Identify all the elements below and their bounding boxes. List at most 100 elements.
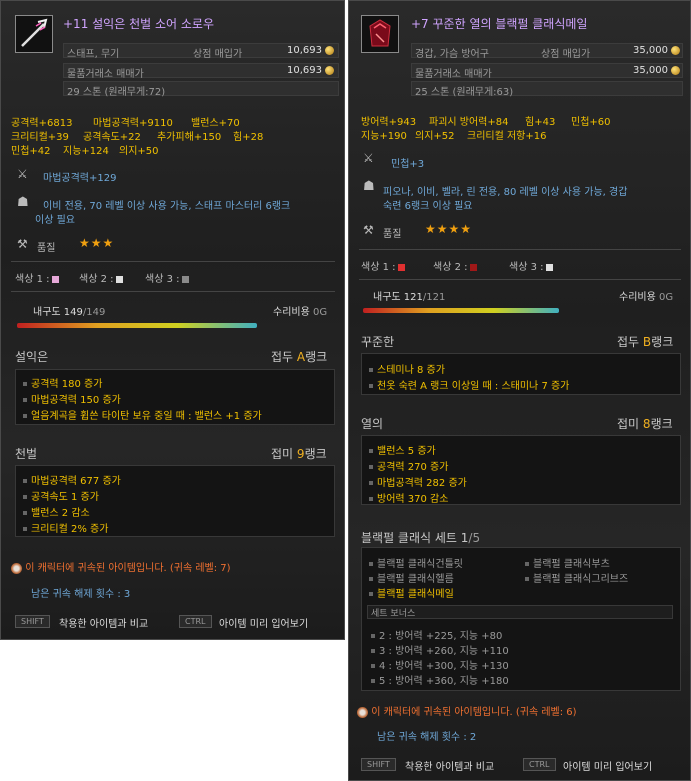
enchant-effect: 크리티컬 2% 증가 [23,520,108,535]
stat-will: 의지+52 [415,131,455,142]
item-tooltip-staff: +11 설익은 천벌 소어 소로우 스태프, 무기 상점 매입가 10,693 … [0,0,345,640]
item-tooltip-mail: +7 꾸준한 열의 블랙펄 클래식메일 경갑, 가슴 방어구 상점 매입가 35… [348,0,691,781]
enchant-effect: 천옷 숙련 A 랭크 이상일 때 : 스태미나 7 증가 [369,377,569,392]
trade-price-label: 물품거래소 매매가 [67,69,144,80]
hammer-icon: ⚒ [17,237,28,251]
armor-icon: ☗ [17,195,29,210]
shop-price: 35,000 [633,45,668,56]
enchant-effect: 밸런스 2 감소 [23,504,90,519]
stat-magic-attack: 마법공격력+9110 [93,118,173,129]
item-type: 스태프, 무기 [67,49,120,60]
stat-extra-damage: 추가피해+150 [157,132,222,143]
enchant-effect: 방어력 370 감소 [369,490,448,505]
set-bonus-text: 4 : 방어력 +300, 지능 +130 [379,661,509,672]
stat-attack-speed: 공격속도+22 [83,132,141,143]
enchant-effect: 마법공격력 150 증가 [23,391,121,406]
durability-max: /149 [82,307,106,318]
stat-critical: 크리티컬+39 [11,132,69,143]
rank-suffix: 랭크 [304,447,327,461]
divider [359,279,681,280]
requirement-line-1: 피오나, 이비, 벨라, 린 전용, 80 레벨 이상 사용 가능, 경갑 [383,187,628,198]
enchant-prefix-name: 꾸준한 [361,335,395,349]
ctrl-key-label: CTRL [523,758,556,771]
color-2-swatch [469,263,477,271]
shift-key-label: SHIFT [361,758,396,771]
preview-hint: 아이템 미리 입어보기 [219,619,309,630]
color-2: 색상 2 : [79,270,123,285]
rank-suffix: 랭크 [651,335,674,349]
enchant-effect-text: 마법공격력 282 증가 [377,478,467,489]
divider [11,261,335,262]
item-weight: 29 스톤 (원래무게:72) [67,87,166,98]
requirement-line-1: 이비 전용, 70 레벨 이상 사용 가능, 스태프 마스터리 6랭크 [43,201,291,212]
repair-value: 0G [659,292,674,303]
requirement-line-2: 숙련 6랭크 이상 필요 [383,201,473,212]
enchant-prefix-type: 접두 [617,335,640,349]
coin-icon [671,45,680,56]
color-2-label: 색상 2 : [79,274,114,285]
color-3-swatch [181,275,189,283]
set-item-text: 블랙펄 클래식부츠 [533,559,610,570]
magic-attack-bonus: 마법공격력+129 [43,173,117,184]
shop-price-label: 상점 매입가 [541,49,591,60]
durability-max: /121 [422,292,446,303]
set-item: 블랙펄 클래식건틀릿 [369,555,463,570]
quality-stars: ★★★ [79,236,115,250]
shop-price: 10,693 [287,45,322,56]
quality-label: 품질 [37,243,56,254]
repair-label: 수리비용 [619,292,656,303]
quality-stars: ★★★★ [425,222,473,236]
ctrl-key: CTRL [523,758,556,771]
set-item-equipped: 블랙펄 클래식메일 [369,585,454,600]
compare-hint: 착용한 아이템과 비교 [405,762,495,773]
color-1-label: 색상 1 : [15,274,50,285]
enchant-suffix-type: 접미 [617,417,640,431]
set-bonus: 2 : 방어력 +225, 지능 +80 [371,627,502,642]
durability: 내구도 149/149 [33,303,105,318]
color-1-swatch [51,275,59,283]
durability: 내구도 121/121 [373,288,445,303]
ctrl-key: CTRL [179,615,212,628]
shift-key: SHIFT [361,758,396,771]
enchant-effect: 마법공격력 677 증가 [23,472,121,487]
color-1: 색상 1 : [15,270,59,285]
trade-price-label: 물품거래소 매매가 [415,69,492,80]
repair-cost: 수리비용 0G [619,288,673,303]
stat-defense: 방어력+943 [361,117,417,128]
durability-current: 149 [63,307,83,318]
stat-dex: 민첩+60 [571,117,611,128]
bound-text: 이 캐릭터에 귀속된 아이템입니다. (귀속 레벨: 6) [371,707,577,718]
enchant-effect: 마법공격력 282 증가 [369,474,467,489]
enchant-effect-text: 천옷 숙련 A 랭크 이상일 때 : 스태미나 7 증가 [377,381,570,392]
divider [359,249,681,250]
unbind-count: 남은 귀속 해제 횟수 : 2 [377,732,477,743]
bound-notice: 이 캐릭터에 귀속된 아이템입니다. (귀속 레벨: 6) [357,703,577,718]
stat-crit-resist: 크리티컬 저항+16 [467,131,547,142]
enchant-effect-text: 마법공격력 677 증가 [31,476,121,487]
stat-will: 의지+50 [119,146,159,157]
dex-bonus: 민첩+3 [391,159,425,170]
enchant-effect: 스테미나 8 증가 [369,361,445,376]
set-item-text: 블랙펄 클래식헬름 [377,574,454,585]
divider [11,291,335,292]
unbind-count: 남은 귀속 해제 횟수 : 3 [31,589,131,600]
color-2-swatch [115,275,123,283]
bound-icon [357,706,368,718]
enchant-suffix-rank-value: 8 [642,417,651,431]
set-item: 블랙펄 클래식부츠 [525,555,610,570]
item-weight: 25 스톤 (원래무게:63) [415,87,514,98]
enchant-prefix-rank: 접두 A랭크 [271,348,327,365]
coin-icon [325,65,334,76]
set-bonus-text: 3 : 방어력 +260, 지능 +110 [379,646,509,657]
stat-str: 힘+28 [233,132,264,143]
enchant-effect: 밸런스 5 증가 [369,442,436,457]
armor-icon: ☗ [363,179,375,194]
requirement-line-2: 이상 필요 [35,215,75,226]
repair-label: 수리비용 [273,307,310,318]
enchant-prefix-rank-value: B [642,335,652,349]
stat-int: 지능+190 [361,131,407,142]
stat-str: 힘+43 [525,117,556,128]
enchant-prefix-rank: 접두 B랭크 [617,333,673,350]
enchant-suffix-rank-value: 9 [296,447,305,461]
set-bonus: 5 : 방어력 +360, 지능 +180 [371,672,509,687]
